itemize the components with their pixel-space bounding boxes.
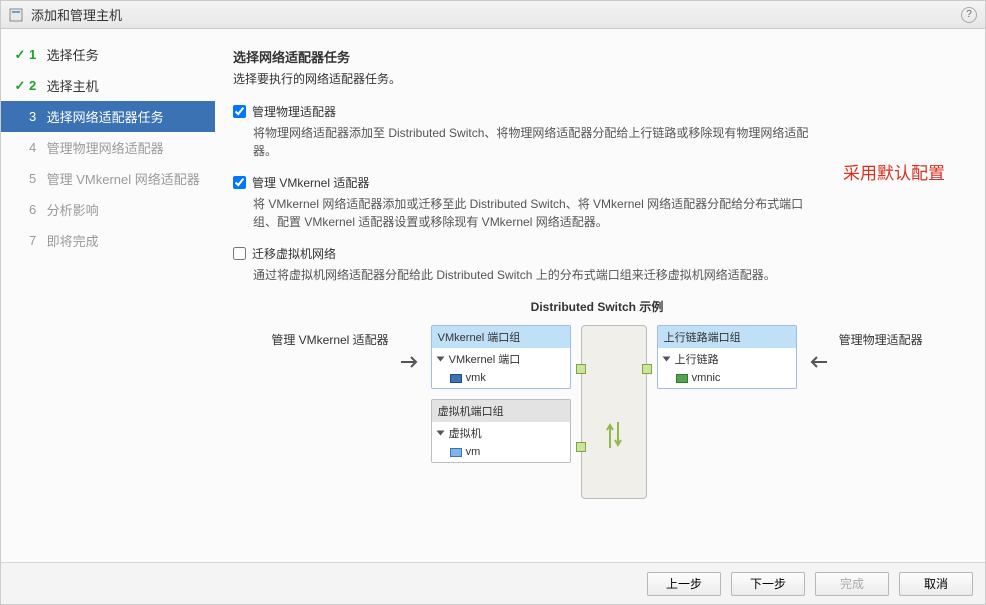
step-number: 4 bbox=[29, 140, 43, 155]
wizard-body: ✓ 1 选择任务 ✓ 2 选择主机 3 选择网络适配器任务 4 管理物理网络适配… bbox=[1, 29, 985, 562]
expand-icon bbox=[436, 431, 444, 436]
expand-icon bbox=[662, 357, 670, 362]
arrow-right-icon bbox=[399, 325, 421, 371]
diagram-left-label: 管理 VMkernel 适配器 bbox=[271, 325, 388, 348]
diagram-right-label: 管理物理适配器 bbox=[839, 325, 923, 348]
annotation-use-defaults: 采用默认配置 bbox=[843, 159, 945, 184]
step-label: 选择任务 bbox=[47, 45, 205, 64]
wizard-window: 添加和管理主机 ? ✓ 1 选择任务 ✓ 2 选择主机 3 选择网络适配器任务 … bbox=[0, 0, 986, 605]
vmk-nic-icon bbox=[450, 374, 462, 383]
cancel-button[interactable]: 取消 bbox=[899, 572, 973, 596]
step-number: 5 bbox=[29, 171, 43, 186]
option-manage-physical: 管理物理适配器 将物理网络适配器添加至 Distributed Switch、将… bbox=[233, 103, 961, 160]
page-heading: 选择网络适配器任务 bbox=[233, 47, 961, 66]
finish-button: 完成 bbox=[815, 572, 889, 596]
step-label: 即将完成 bbox=[47, 231, 205, 250]
expand-icon bbox=[436, 357, 444, 362]
step-1-select-task[interactable]: ✓ 1 选择任务 bbox=[1, 39, 215, 70]
step-5-manage-vmkernel: 5 管理 VMkernel 网络适配器 bbox=[1, 163, 215, 194]
wizard-footer: 上一步 下一步 完成 取消 bbox=[1, 562, 985, 604]
box-row: 上行链路 bbox=[675, 351, 719, 367]
check-icon: ✓ bbox=[11, 47, 29, 63]
distributed-switch-diagram: 管理 VMkernel 适配器 VMkernel 端口组 VMkernel 端口… bbox=[233, 325, 961, 499]
step-number: 6 bbox=[29, 202, 43, 217]
step-label: 选择网络适配器任务 bbox=[47, 107, 205, 126]
step-number: 7 bbox=[29, 233, 43, 248]
vm-icon bbox=[450, 448, 462, 457]
checkbox-manage-physical[interactable] bbox=[233, 105, 246, 118]
step-label: 选择主机 bbox=[47, 76, 205, 95]
step-4-manage-physical: 4 管理物理网络适配器 bbox=[1, 132, 215, 163]
titlebar: 添加和管理主机 ? bbox=[1, 1, 985, 29]
page-subheading: 选择要执行的网络适配器任务。 bbox=[233, 70, 961, 87]
diagram-left-column: VMkernel 端口组 VMkernel 端口 vmk 虚拟机端口组 虚拟机 … bbox=[431, 325, 571, 463]
step-label: 分析影响 bbox=[47, 200, 205, 219]
option-description: 将 VMkernel 网络适配器添加或迁移至此 Distributed Swit… bbox=[253, 195, 813, 231]
step-number: 2 bbox=[29, 78, 43, 93]
switch-port-icon bbox=[576, 364, 586, 374]
diagram-title: Distributed Switch 示例 bbox=[233, 298, 961, 315]
box-header: 虚拟机端口组 bbox=[432, 400, 570, 422]
switch-port-icon bbox=[576, 442, 586, 452]
window-title: 添加和管理主机 bbox=[31, 5, 961, 24]
box-item: vmnic bbox=[692, 372, 721, 384]
step-7-ready-complete: 7 即将完成 bbox=[1, 225, 215, 256]
wizard-steps-sidebar: ✓ 1 选择任务 ✓ 2 选择主机 3 选择网络适配器任务 4 管理物理网络适配… bbox=[1, 29, 215, 562]
checkbox-manage-vmkernel[interactable] bbox=[233, 176, 246, 189]
step-label: 管理物理网络适配器 bbox=[47, 138, 205, 157]
vmkernel-port-group-box: VMkernel 端口组 VMkernel 端口 vmk bbox=[431, 325, 571, 389]
next-button[interactable]: 下一步 bbox=[731, 572, 805, 596]
step-3-select-adapter-tasks[interactable]: 3 选择网络适配器任务 bbox=[1, 101, 215, 132]
wizard-icon bbox=[9, 7, 25, 23]
box-item: vm bbox=[466, 446, 481, 458]
box-row: 虚拟机 bbox=[449, 425, 482, 441]
box-row: VMkernel 端口 bbox=[449, 351, 521, 367]
up-down-arrows-icon bbox=[604, 418, 624, 452]
option-description: 将物理网络适配器添加至 Distributed Switch、将物理网络适配器分… bbox=[253, 124, 813, 160]
check-icon: ✓ bbox=[11, 78, 29, 94]
box-header: VMkernel 端口组 bbox=[432, 326, 570, 348]
vm-port-group-box: 虚拟机端口组 虚拟机 vm bbox=[431, 399, 571, 463]
wizard-content: 选择网络适配器任务 选择要执行的网络适配器任务。 管理物理适配器 将物理网络适配… bbox=[215, 29, 985, 562]
diagram-right-column: 上行链路端口组 上行链路 vmnic bbox=[657, 325, 797, 389]
step-2-select-hosts[interactable]: ✓ 2 选择主机 bbox=[1, 70, 215, 101]
step-label: 管理 VMkernel 网络适配器 bbox=[47, 169, 205, 188]
vmnic-icon bbox=[676, 374, 688, 383]
switch-port-icon bbox=[642, 364, 652, 374]
help-icon[interactable]: ? bbox=[961, 7, 977, 23]
arrow-left-icon bbox=[807, 325, 829, 371]
option-migrate-vm-networking: 迁移虚拟机网络 通过将虚拟机网络适配器分配给此 Distributed Swit… bbox=[233, 245, 961, 284]
box-header: 上行链路端口组 bbox=[658, 326, 796, 348]
uplink-port-group-box: 上行链路端口组 上行链路 vmnic bbox=[657, 325, 797, 389]
option-label: 管理 VMkernel 适配器 bbox=[252, 174, 369, 191]
distributed-switch-box bbox=[581, 325, 647, 499]
step-number: 3 bbox=[29, 109, 43, 124]
checkbox-migrate-vm-networking[interactable] bbox=[233, 247, 246, 260]
option-description: 通过将虚拟机网络适配器分配给此 Distributed Switch 上的分布式… bbox=[253, 266, 813, 284]
option-label: 迁移虚拟机网络 bbox=[252, 245, 336, 262]
step-number: 1 bbox=[29, 47, 43, 62]
back-button[interactable]: 上一步 bbox=[647, 572, 721, 596]
option-label: 管理物理适配器 bbox=[252, 103, 336, 120]
step-6-analyze-impact: 6 分析影响 bbox=[1, 194, 215, 225]
box-item: vmk bbox=[466, 372, 486, 384]
